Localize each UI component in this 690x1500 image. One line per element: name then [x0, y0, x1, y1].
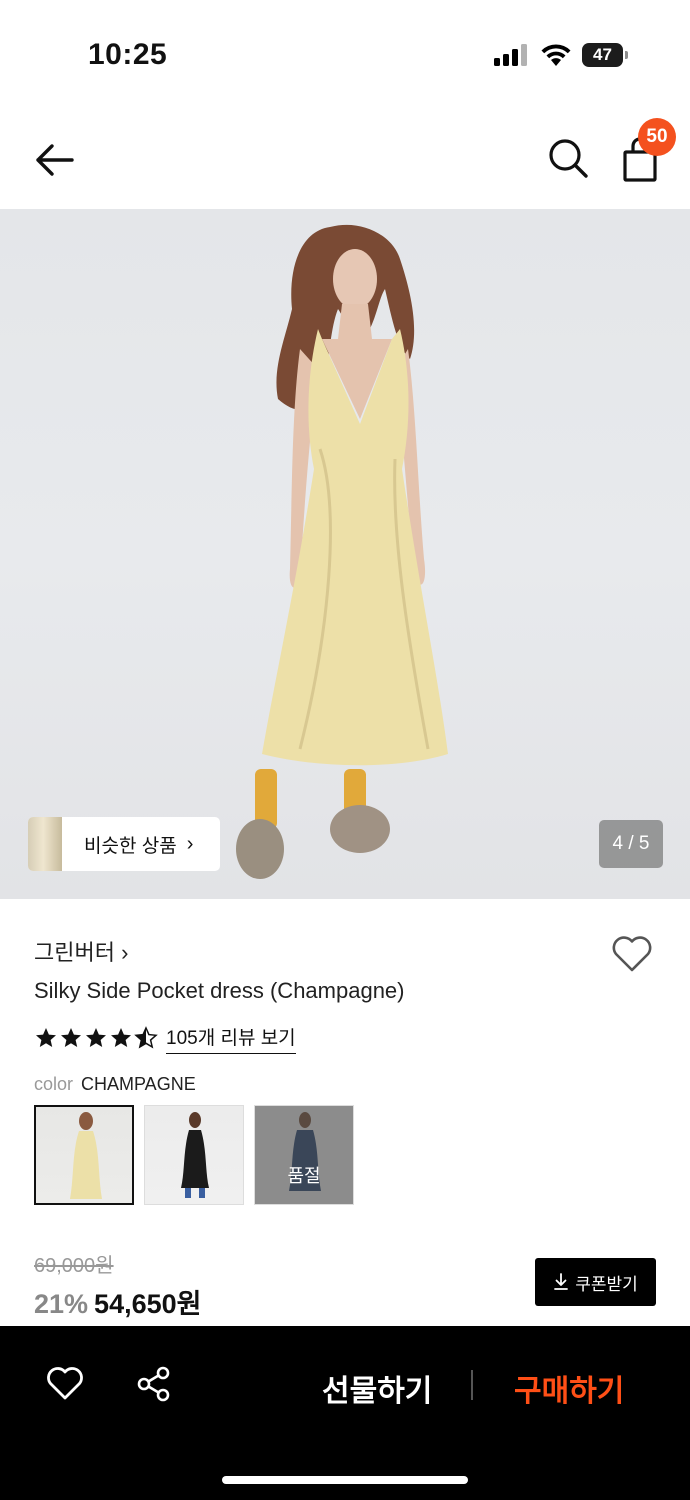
download-icon	[554, 1273, 569, 1290]
cart-count-badge: 50	[638, 118, 676, 156]
star-icon	[61, 1028, 81, 1047]
star-icon	[86, 1028, 106, 1047]
color-swatch-champagne[interactable]	[34, 1105, 134, 1205]
price-row: 21% 54,650원	[34, 1282, 201, 1321]
battery-level: 47	[582, 43, 623, 67]
divider	[471, 1370, 473, 1400]
star-half-icon	[134, 1026, 158, 1049]
signal-icon	[494, 44, 528, 66]
coupon-button[interactable]: 쿠폰받기	[535, 1258, 656, 1306]
similar-products-button[interactable]: 비슷한 상품 ›	[28, 817, 220, 871]
color-swatch-black[interactable]	[144, 1105, 244, 1205]
rating-stars	[34, 1026, 158, 1050]
product-title: Silky Side Pocket dress (Champagne)	[34, 978, 405, 1003]
battery-icon: 47	[582, 43, 628, 67]
review-link[interactable]: 105개 리뷰 보기	[166, 1023, 296, 1054]
app-header: 50	[0, 110, 690, 208]
back-arrow-icon[interactable]	[28, 138, 80, 182]
rating-row: 105개 리뷰 보기	[34, 1023, 296, 1054]
color-value: CHAMPAGNE	[81, 1074, 196, 1094]
model-illustration	[236, 224, 448, 879]
color-label: color	[34, 1074, 74, 1094]
color-swatch-navy[interactable]: 품절	[254, 1105, 354, 1205]
status-time: 10:25	[88, 38, 168, 71]
discount-rate: 21%	[34, 1289, 89, 1319]
status-bar: 10:25 47	[0, 0, 690, 110]
gift-button[interactable]: 선물하기	[322, 1366, 432, 1410]
heart-icon[interactable]	[45, 1364, 85, 1404]
brand-link[interactable]: 그린버터 ›	[34, 935, 128, 967]
image-page-indicator: 4 / 5	[599, 820, 663, 868]
swatch-image	[181, 1112, 209, 1198]
product-image[interactable]: 비슷한 상품 › 4 / 5	[0, 209, 690, 899]
bottom-action-bar: 선물하기 구매하기	[0, 1326, 690, 1500]
share-icon[interactable]	[134, 1364, 174, 1404]
wifi-icon	[541, 44, 571, 66]
coupon-label: 쿠폰받기	[575, 1274, 638, 1294]
original-price: 69,000원	[34, 1255, 114, 1277]
soldout-label: 품절	[287, 1166, 321, 1186]
sale-price: 54,650원	[94, 1289, 202, 1319]
color-swatches: 품절	[34, 1105, 354, 1205]
swatch-image	[70, 1112, 102, 1199]
buy-button[interactable]: 구매하기	[514, 1366, 624, 1410]
heart-icon[interactable]	[610, 934, 654, 974]
chevron-right-icon: ›	[186, 832, 194, 855]
star-icon	[36, 1028, 56, 1047]
search-icon[interactable]	[546, 136, 590, 180]
similar-product-thumbnail	[28, 817, 62, 871]
home-indicator[interactable]	[222, 1476, 468, 1484]
color-row: color CHAMPAGNE	[34, 1074, 196, 1095]
similar-products-label: 비슷한 상품	[84, 835, 177, 857]
star-icon	[111, 1028, 131, 1047]
